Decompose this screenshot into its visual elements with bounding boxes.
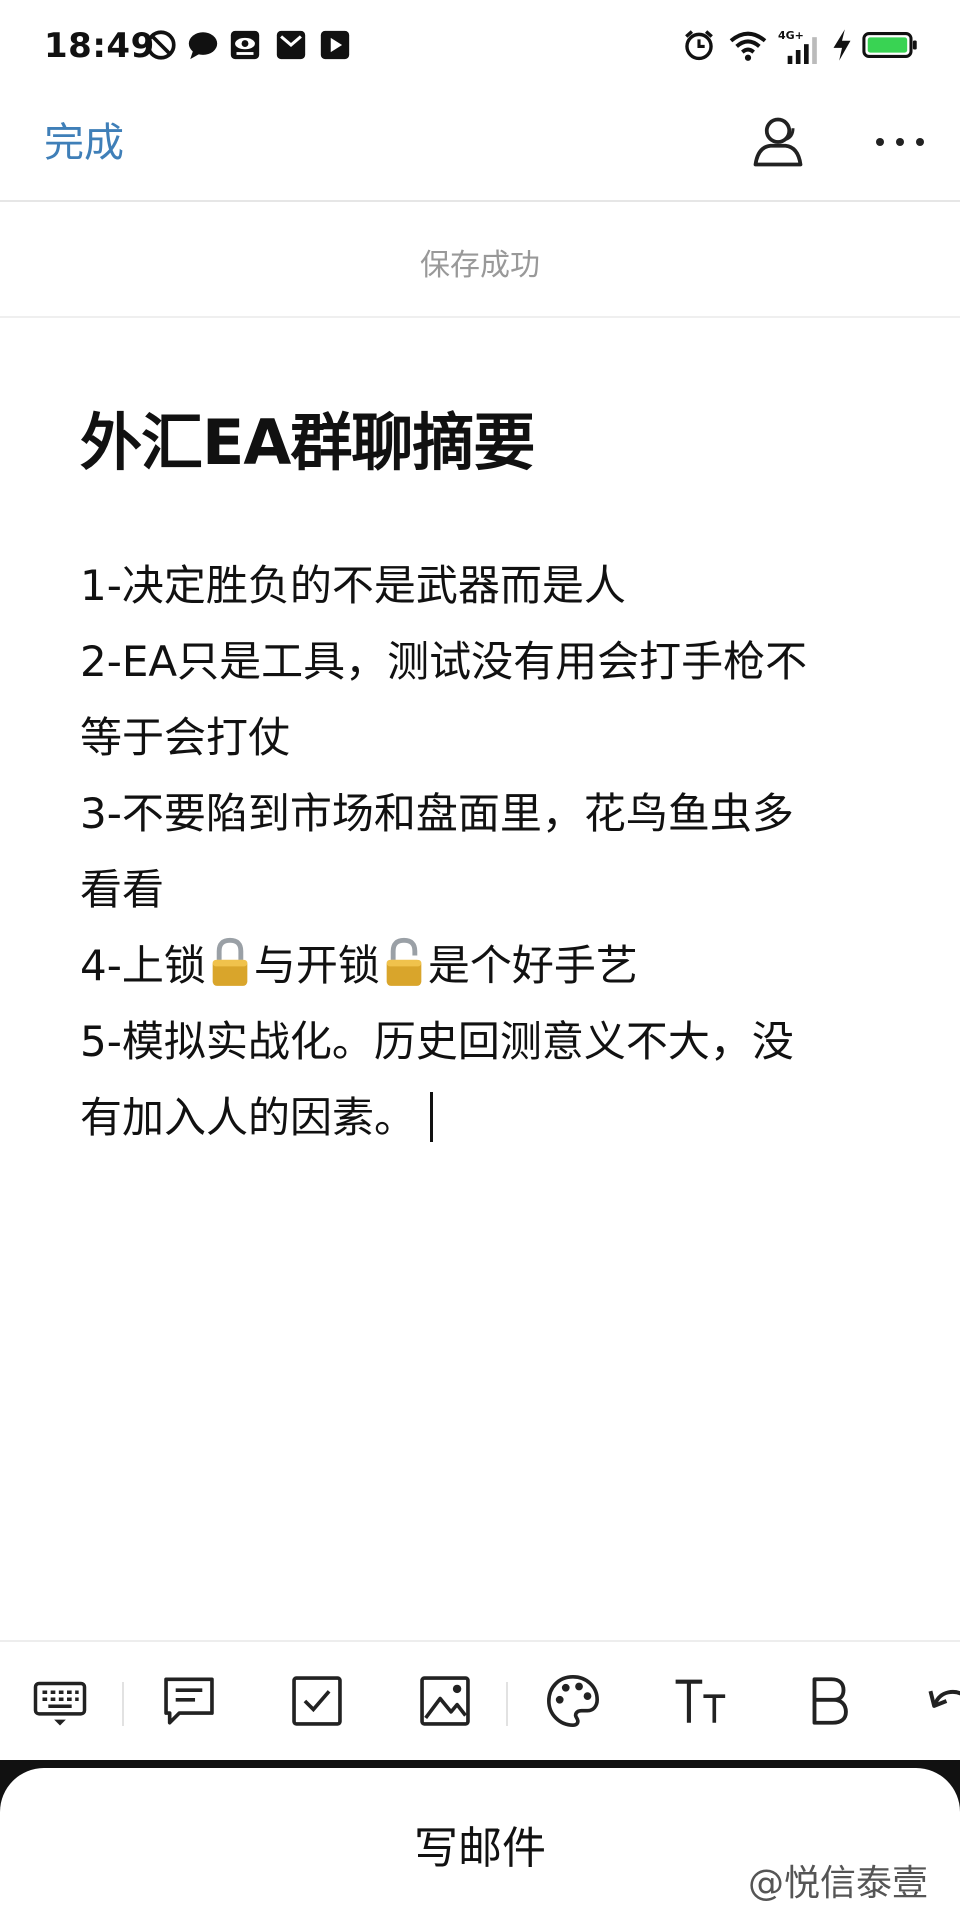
toolbar-divider [506, 1682, 508, 1726]
charging-bolt-icon [830, 28, 854, 62]
note-line-part: 4-上锁 [80, 941, 206, 990]
unlocked-padlock-icon [382, 936, 426, 988]
eye-app-icon [228, 28, 262, 62]
undo-icon[interactable] [928, 1672, 960, 1730]
note-title[interactable]: 外汇EA群聊摘要 [80, 400, 880, 486]
note-line-part: 与开锁 [253, 941, 380, 990]
format-toolbar [0, 1640, 960, 1758]
collaborate-icon[interactable] [748, 112, 808, 172]
comment-icon[interactable] [160, 1672, 218, 1730]
note-line-4: 4-上锁 与开锁 是个好手艺 [80, 928, 880, 1004]
note-editor[interactable]: 外汇EA群聊摘要 1-决定胜负的不是武器而是人 2-EA只是工具，测试没有用会打… [80, 400, 880, 1156]
video-play-icon [318, 28, 352, 62]
note-line: 1-决定胜负的不是武器而是人 [80, 561, 626, 610]
locked-padlock-icon [208, 936, 252, 988]
text-cursor [430, 1092, 434, 1142]
mail-icon [274, 28, 308, 62]
status-bar: 18:49 4G+ [0, 0, 960, 96]
battery-icon [862, 28, 918, 62]
image-icon[interactable] [416, 1672, 474, 1730]
compose-sheet: 写邮件 @悦信泰壹 [0, 1760, 960, 1920]
note-line-part: 是个好手艺 [427, 941, 638, 990]
done-button[interactable]: 完成 [44, 110, 124, 168]
note-line: 等于会打仗 [80, 713, 291, 762]
note-header: 完成 [0, 96, 960, 202]
save-status-bar: 保存成功 [0, 204, 960, 318]
chat-bubble-icon [186, 28, 220, 62]
note-line: 看看 [80, 865, 165, 914]
bold-icon[interactable] [800, 1672, 858, 1730]
palette-icon[interactable] [544, 1672, 602, 1730]
checkbox-icon[interactable] [288, 1672, 346, 1730]
alarm-icon [682, 28, 716, 62]
note-line: 2-EA只是工具，测试没有用会打手枪不 [80, 637, 808, 686]
watermark: @悦信泰壹 [748, 1863, 929, 1904]
note-body[interactable]: 1-决定胜负的不是武器而是人 2-EA只是工具，测试没有用会打手枪不 等于会打仗… [80, 548, 880, 1156]
compose-panel: 写邮件 @悦信泰壹 [0, 1768, 960, 1920]
signal-icon [786, 36, 822, 64]
note-line-text: 有加入人的因素。 [80, 1093, 417, 1142]
text-size-icon[interactable] [672, 1672, 730, 1730]
note-line: 3-不要陷到市场和盘面里，花鸟鱼虫多 [80, 789, 794, 838]
wifi-icon [728, 28, 768, 62]
keyboard-icon[interactable] [32, 1672, 88, 1730]
note-line: 5-模拟实战化。历史回测意义不大，没 [80, 1017, 794, 1066]
status-time: 18:49 [44, 26, 155, 66]
note-line-last: 有加入人的因素。 [80, 1080, 880, 1156]
toolbar-divider [122, 1682, 124, 1726]
do-not-disturb-icon [144, 28, 178, 62]
save-status-text: 保存成功 [420, 248, 540, 283]
more-icon[interactable] [872, 122, 928, 162]
